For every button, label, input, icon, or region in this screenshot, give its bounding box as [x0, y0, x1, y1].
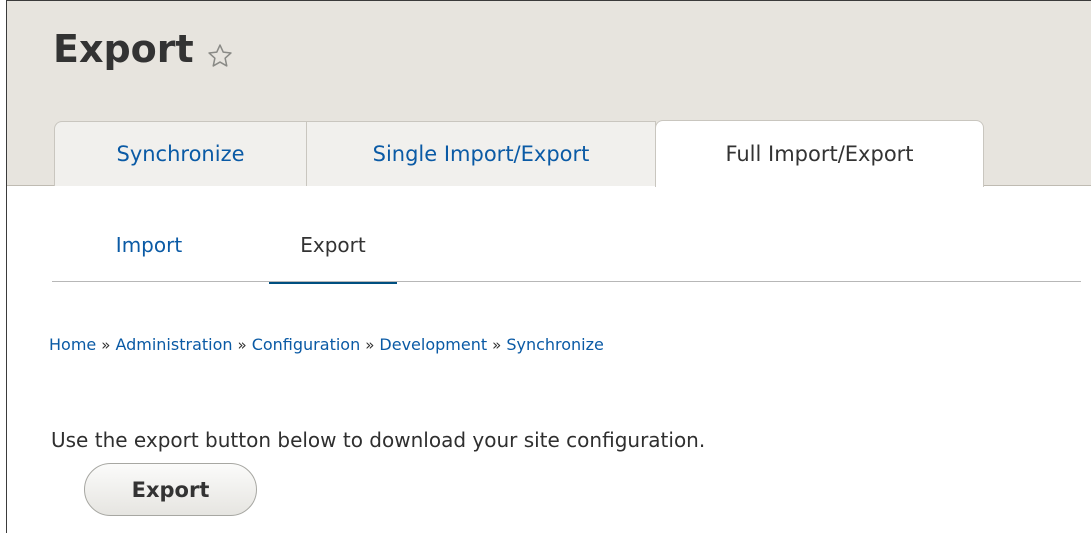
tab-single-import-export[interactable]: Single Import/Export [306, 121, 656, 186]
breadcrumb-separator: » [492, 336, 502, 354]
breadcrumb-development[interactable]: Development [379, 335, 487, 354]
breadcrumb: Home» Administration» Configuration» Develo… [49, 335, 604, 354]
export-description: Use the export button below to download … [51, 428, 706, 452]
export-button[interactable]: Export [84, 463, 257, 516]
subtab-export-label: Export [300, 233, 366, 257]
subtab-export[interactable]: Export [269, 233, 397, 284]
breadcrumb-home[interactable]: Home [49, 335, 96, 354]
breadcrumb-separator: » [101, 336, 111, 354]
page-title-text: Export [53, 27, 194, 71]
tab-synchronize-label: Synchronize [116, 142, 245, 166]
tab-single-import-export-label: Single Import/Export [372, 142, 590, 166]
subtab-import[interactable]: Import [89, 233, 209, 281]
page-frame: Export Synchronize Single Import/Export … [6, 0, 1091, 533]
subtab-divider [52, 281, 1081, 282]
tab-synchronize[interactable]: Synchronize [54, 121, 306, 186]
breadcrumb-administration[interactable]: Administration [115, 335, 232, 354]
breadcrumb-synchronize[interactable]: Synchronize [506, 335, 604, 354]
star-icon[interactable] [206, 35, 234, 67]
breadcrumb-configuration[interactable]: Configuration [252, 335, 361, 354]
page-header: Export Synchronize Single Import/Export … [7, 1, 1091, 187]
tab-full-import-export-label: Full Import/Export [725, 142, 914, 166]
breadcrumb-separator: » [365, 336, 375, 354]
tab-full-import-export[interactable]: Full Import/Export [655, 120, 984, 187]
page-title: Export [53, 27, 234, 71]
breadcrumb-separator: » [237, 336, 247, 354]
subtab-import-label: Import [115, 233, 183, 257]
